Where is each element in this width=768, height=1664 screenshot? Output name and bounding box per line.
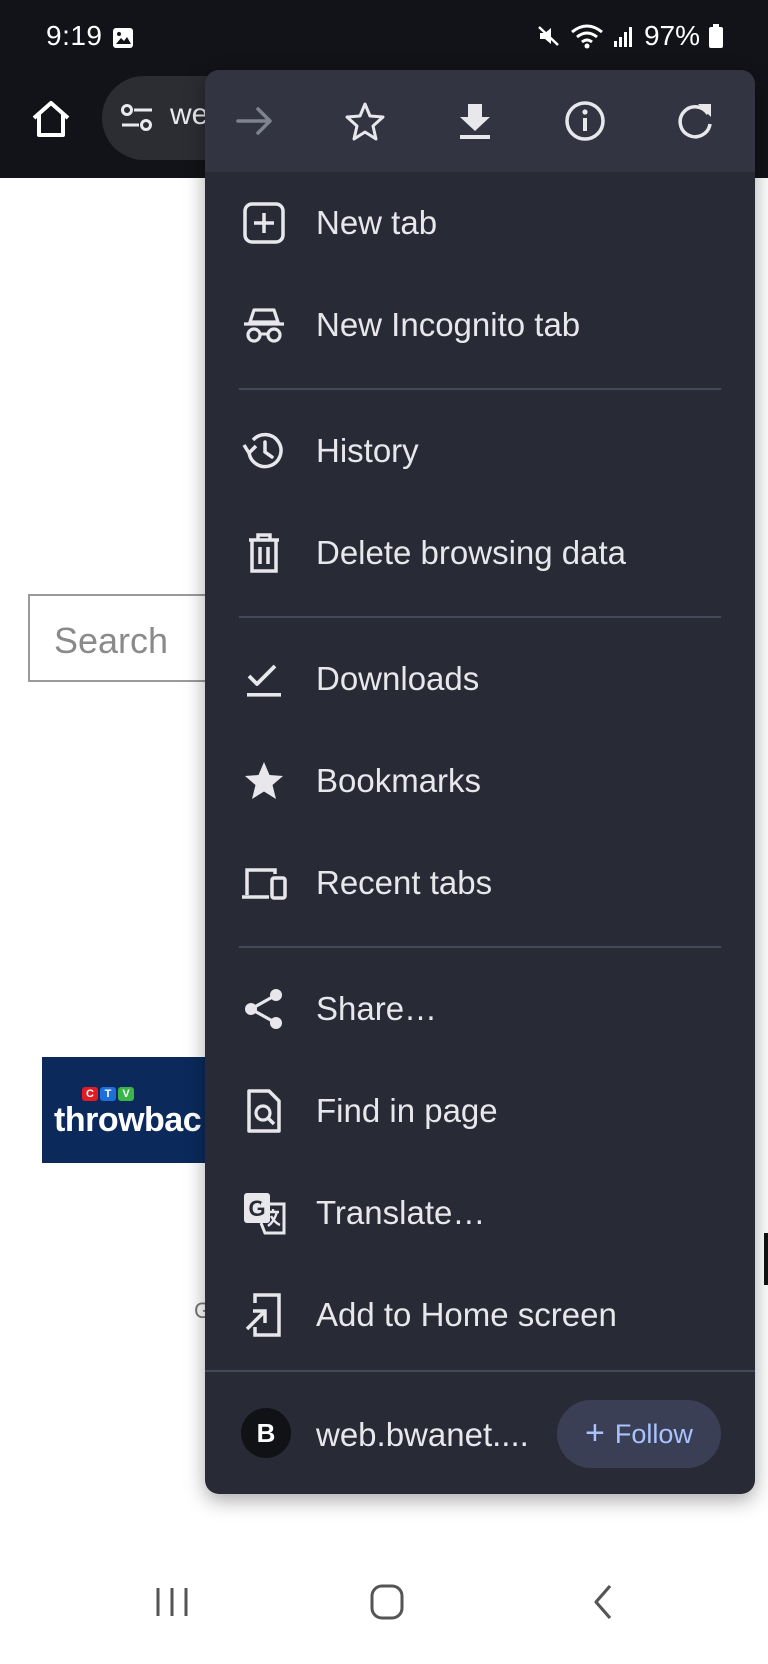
- downloads-check-icon: [247, 664, 281, 697]
- follow-label: Follow: [614, 1418, 693, 1449]
- menu-item-label: Add to Home screen: [316, 1296, 617, 1333]
- download-icon[interactable]: [454, 100, 496, 142]
- ctv-throwback-logo[interactable]: C T V throwbac: [42, 1057, 222, 1163]
- status-time: 9:19: [46, 20, 103, 51]
- menu-item-translate[interactable]: G Translate…: [205, 1162, 755, 1264]
- menu-item-find-in-page[interactable]: Find in page: [205, 1060, 755, 1162]
- menu-item-label: History: [316, 432, 419, 469]
- system-nav-bar: [0, 1560, 768, 1664]
- new-tab-icon: [243, 202, 285, 244]
- menu-toolbar: [205, 70, 755, 172]
- site-avatar: B: [241, 1408, 291, 1458]
- menu-item-recent-tabs[interactable]: Recent tabs: [205, 832, 755, 934]
- menu-item-downloads[interactable]: Downloads: [205, 628, 755, 730]
- menu-item-new-incognito-tab[interactable]: New Incognito tab: [205, 274, 755, 376]
- trash-icon: [249, 533, 279, 573]
- overflow-menu: New tab New Incognito tab History Delete…: [205, 70, 755, 1494]
- menu-item-label: Bookmarks: [316, 762, 482, 799]
- ctv-letters-logo: C T V: [82, 1087, 134, 1101]
- menu-item-label: Recent tabs: [316, 864, 493, 901]
- throwback-wordmark: throwbac: [54, 1101, 202, 1139]
- menu-item-label: New Incognito tab: [316, 306, 581, 343]
- share-icon: [245, 989, 282, 1029]
- menu-item-bookmarks[interactable]: Bookmarks: [205, 730, 755, 832]
- mute-icon: [538, 26, 559, 46]
- menu-item-delete-browsing-data[interactable]: Delete browsing data: [205, 502, 755, 604]
- status-right-cluster: 97%: [536, 20, 724, 52]
- menu-divider: [205, 1370, 755, 1372]
- devices-icon: [242, 868, 287, 900]
- follow-button[interactable]: + Follow: [557, 1400, 721, 1468]
- plus-icon: +: [585, 1413, 605, 1452]
- menu-item-label: Find in page: [316, 1092, 498, 1129]
- menu-item-label: Delete browsing data: [316, 534, 627, 571]
- info-icon[interactable]: [564, 100, 606, 142]
- page-search-input[interactable]: Search: [28, 594, 228, 682]
- add-to-home-icon: [245, 1293, 281, 1337]
- menu-item-history[interactable]: History: [205, 400, 755, 502]
- signal-icon: [613, 27, 632, 47]
- site-name: web.bwanet....: [316, 1416, 529, 1453]
- menu-item-label: New tab: [316, 204, 438, 241]
- bookmarks-star-icon: [245, 762, 283, 799]
- menu-item-label: Downloads: [316, 660, 480, 697]
- menu-item-label: Share…: [316, 990, 438, 1027]
- menu-divider: [239, 946, 721, 948]
- battery-percent: 97%: [643, 20, 700, 51]
- forward-icon[interactable]: [234, 100, 276, 142]
- history-icon: [242, 432, 283, 469]
- home-icon[interactable]: [28, 96, 74, 142]
- menu-item-new-tab[interactable]: New tab: [205, 172, 755, 274]
- site-settings-icon[interactable]: [120, 103, 154, 133]
- incognito-icon: [244, 308, 284, 343]
- search-placeholder: Search: [54, 620, 169, 661]
- back-nav-icon[interactable]: [588, 1582, 618, 1622]
- menu-item-share[interactable]: Share…: [205, 958, 755, 1060]
- wifi-icon: [571, 24, 603, 49]
- bookmark-star-icon[interactable]: [344, 100, 386, 142]
- home-nav-icon[interactable]: [368, 1582, 406, 1622]
- find-in-page-icon: [247, 1089, 281, 1133]
- translate-icon: G: [244, 1193, 286, 1235]
- status-bar: 9:19 97%: [0, 0, 768, 76]
- page-scrollbar[interactable]: [764, 1233, 768, 1285]
- svg-text:G: G: [248, 1196, 265, 1221]
- gallery-icon: [113, 28, 133, 48]
- url-text[interactable]: we: [170, 98, 208, 132]
- menu-divider: [239, 388, 721, 390]
- menu-item-add-to-home-screen[interactable]: Add to Home screen: [205, 1264, 755, 1366]
- battery-icon: [709, 24, 723, 48]
- refresh-icon[interactable]: [674, 100, 716, 142]
- recent-apps-icon[interactable]: [154, 1582, 190, 1622]
- menu-item-label: Translate…: [316, 1194, 486, 1231]
- menu-divider: [239, 616, 721, 618]
